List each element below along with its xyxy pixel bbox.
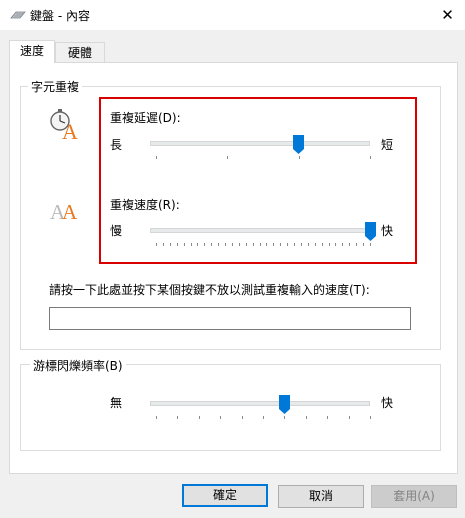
slider-tick xyxy=(177,416,179,419)
slider-tick xyxy=(284,416,286,419)
slider-tick xyxy=(370,156,371,159)
slider-tick xyxy=(190,243,192,246)
tab-hardware[interactable]: 硬體 xyxy=(55,42,105,63)
slider-tick xyxy=(335,243,337,246)
cursor-blink-group-label: 游標閃爍頻率(B) xyxy=(30,357,126,374)
slider-tick xyxy=(287,243,289,246)
cursor-blink-max-label: 快 xyxy=(381,396,394,410)
repeat-delay-min-label: 長 xyxy=(110,138,123,152)
slider-tick xyxy=(342,243,344,246)
slider-tick xyxy=(259,243,261,246)
stopwatch-letter-a-icon: A xyxy=(50,109,78,141)
repeat-rate-track xyxy=(150,228,370,233)
cursor-blink-slider[interactable] xyxy=(150,395,371,425)
slider-tick xyxy=(349,243,351,246)
slider-tick xyxy=(220,416,222,419)
repeat-test-input[interactable] xyxy=(49,307,411,330)
svg-text:A: A xyxy=(62,200,78,224)
slider-tick xyxy=(241,416,243,419)
ok-button[interactable]: 確定 xyxy=(182,484,268,507)
slider-tick xyxy=(227,156,229,159)
slider-tick xyxy=(294,243,296,246)
slider-tick xyxy=(300,243,302,246)
slider-thumb[interactable] xyxy=(278,395,290,415)
slider-tick xyxy=(225,243,227,246)
apply-button[interactable]: 套用(A) xyxy=(371,485,457,508)
tab-speed[interactable]: 速度 xyxy=(9,40,55,63)
slider-tick xyxy=(204,243,206,246)
slider-tick xyxy=(162,243,164,246)
slider-tick xyxy=(211,243,213,246)
keyboard-icon xyxy=(10,11,26,19)
repeat-rate-min-label: 慢 xyxy=(110,224,123,238)
slider-tick xyxy=(327,416,329,419)
slider-tick xyxy=(218,243,220,246)
slider-tick xyxy=(280,243,282,246)
slider-thumb[interactable] xyxy=(364,222,376,242)
slider-tick xyxy=(156,243,157,246)
slider-tick xyxy=(363,243,365,246)
ok-button-label: 確定 xyxy=(212,488,237,502)
cancel-button-label: 取消 xyxy=(308,489,333,503)
slider-tick xyxy=(298,156,300,159)
repeat-delay-slider[interactable] xyxy=(150,135,371,165)
repeat-rate-max-label: 快 xyxy=(381,224,394,238)
slider-tick xyxy=(238,243,240,246)
slider-tick xyxy=(156,416,157,419)
slider-tick xyxy=(176,243,178,246)
slider-tick xyxy=(198,416,200,419)
svg-text:A: A xyxy=(62,119,78,141)
window-title: 鍵盤 - 內容 xyxy=(30,9,90,23)
apply-button-label: 套用(A) xyxy=(393,489,435,503)
repeat-delay-max-label: 短 xyxy=(381,138,394,152)
character-repeat-group-label: 字元重複 xyxy=(28,78,83,95)
slider-tick xyxy=(183,243,185,246)
repeat-rate-slider[interactable] xyxy=(150,222,376,252)
slider-tick xyxy=(356,243,358,246)
title-bar: 鍵盤 - 內容 ✕ xyxy=(0,0,465,30)
slider-tick xyxy=(370,416,371,419)
double-letter-a-icon: A A xyxy=(50,200,78,224)
slider-tick xyxy=(266,243,268,246)
slider-tick xyxy=(305,416,307,419)
slider-tick xyxy=(263,416,264,419)
close-button[interactable]: ✕ xyxy=(430,0,465,30)
cursor-blink-track xyxy=(150,401,370,406)
slider-tick xyxy=(245,243,247,246)
slider-tick xyxy=(273,243,275,246)
slider-thumb[interactable] xyxy=(293,135,305,155)
slider-tick xyxy=(321,243,323,246)
slider-tick xyxy=(314,243,316,246)
slider-tick xyxy=(231,243,233,246)
repeat-delay-track xyxy=(150,141,370,146)
slider-tick xyxy=(307,243,309,246)
repeat-delay-label: 重複延遲(D): xyxy=(110,111,181,125)
cursor-blink-min-label: 無 xyxy=(110,396,123,410)
repeat-rate-label: 重複速度(R): xyxy=(110,198,180,212)
test-instructions: 請按一下此處並按下某個按鍵不放以測試重複輸入的速度(T): xyxy=(49,283,370,297)
slider-tick xyxy=(252,243,254,246)
tab-hardware-label: 硬體 xyxy=(67,46,92,60)
slider-tick xyxy=(156,156,157,159)
close-icon: ✕ xyxy=(441,6,454,24)
slider-tick xyxy=(169,243,171,246)
slider-tick xyxy=(370,243,371,246)
tab-speed-label: 速度 xyxy=(19,44,44,58)
slider-tick xyxy=(348,416,350,419)
slider-tick xyxy=(328,243,330,246)
slider-tick xyxy=(197,243,199,246)
cancel-button[interactable]: 取消 xyxy=(278,485,364,508)
